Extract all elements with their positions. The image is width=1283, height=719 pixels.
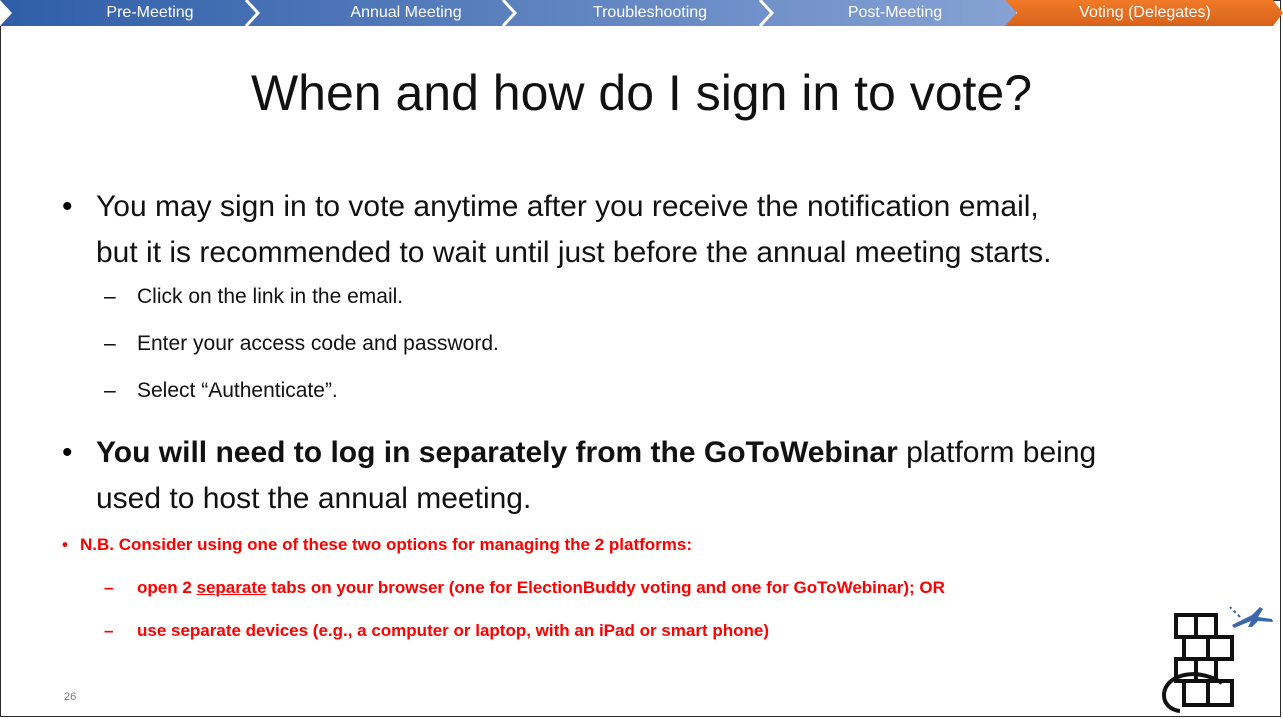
- dash-mark: –: [104, 578, 114, 597]
- nb-sub1-underlined: separate: [196, 578, 267, 597]
- nb-sub-bullet-devices: use separate devices (e.g., a computer o…: [137, 621, 769, 640]
- bullet-2-rest-text: platform being: [897, 436, 1097, 469]
- dash-mark: –: [104, 332, 116, 355]
- bullet-2-line-2: used to host the annual meeting.: [96, 482, 532, 515]
- bullet-dot: •: [62, 436, 73, 469]
- slide-title: When and how do I sign in to vote?: [250, 65, 1033, 121]
- nb-sub1-end: tabs on your browser (one for ElectionBu…: [266, 578, 945, 597]
- bullet-2-line-1: You will need to log in separately from …: [96, 430, 1096, 476]
- bullet-1-line-2: but it is recommended to wait until just…: [96, 236, 1052, 269]
- dash-mark: –: [104, 621, 114, 640]
- tab-post-meeting[interactable]: Post-Meeting: [805, 0, 985, 26]
- sub-bullet-authenticate: Select “Authenticate”.: [137, 379, 338, 402]
- nb-sub-bullet-tabs: open 2 separate tabs on your browser (on…: [137, 576, 945, 600]
- tab-troubleshooting[interactable]: Troubleshooting: [560, 0, 740, 26]
- tab-annual-meeting[interactable]: Annual Meeting: [316, 0, 496, 26]
- sub-bullet-click-link: Click on the link in the email.: [137, 285, 404, 308]
- bullet-1-line-1: You may sign in to vote anytime after yo…: [96, 190, 1039, 223]
- bullet-dot: •: [62, 535, 68, 554]
- dash-mark: –: [104, 285, 116, 308]
- nb-sub1-start: open 2: [137, 578, 197, 597]
- dash-mark: –: [104, 379, 116, 402]
- nb-bullet: N.B. Consider using one of these two opt…: [80, 535, 693, 554]
- logo-mark-icon: [1162, 606, 1273, 713]
- sub-bullet-enter-code: Enter your access code and password.: [137, 332, 499, 355]
- tab-pre-meeting[interactable]: Pre-Meeting: [60, 0, 240, 26]
- tab-voting-delegates[interactable]: Voting (Delegates): [1030, 0, 1260, 26]
- page-number: 26: [64, 691, 77, 703]
- bullet-dot: •: [62, 190, 73, 223]
- section-nav-ribbon: Pre-Meeting Annual Meeting Troubleshooti…: [0, 0, 1283, 26]
- bullet-2-bold-text: You will need to log in separately from …: [96, 436, 898, 469]
- organization-logo: [1132, 585, 1280, 718]
